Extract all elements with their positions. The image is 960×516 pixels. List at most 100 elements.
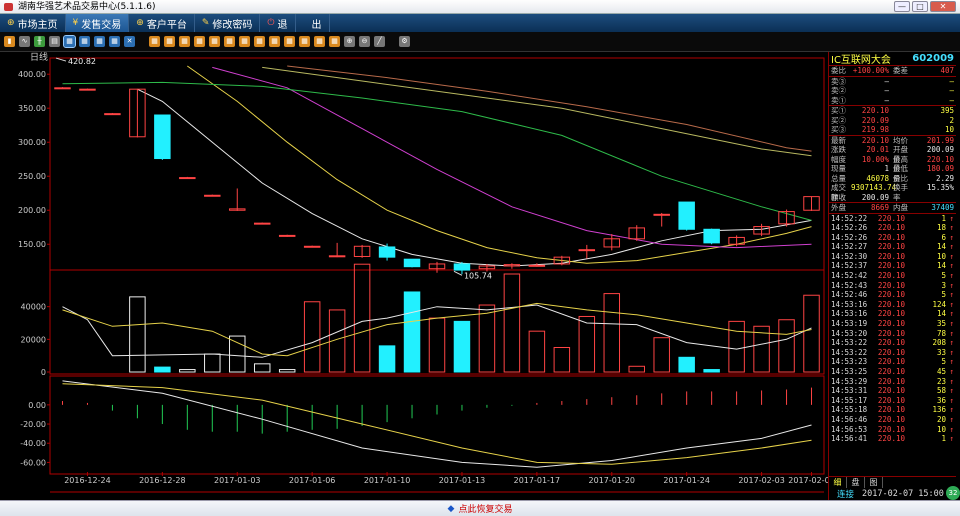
tool-7-icon[interactable]: ▦	[239, 36, 250, 47]
main-nav: ⊕ 市场主页 ¥ 发售交易 ⊕ 客户平台 ✎ 修改密码 ⏻ 退 出	[0, 14, 960, 32]
tool-5-icon[interactable]: ▦	[209, 36, 220, 47]
tool-13-icon[interactable]: ▦	[329, 36, 340, 47]
zoom-out-icon[interactable]: ⊖	[359, 36, 370, 47]
volume-bar	[253, 363, 271, 373]
kline-chart[interactable]: 400.00 350.00 300.00 250.00 200.00 150.00 4000…	[0, 52, 828, 500]
draw-line-icon[interactable]: ╱	[374, 36, 385, 47]
weekly-view-icon[interactable]: ▦	[79, 36, 90, 47]
monthly-view-icon[interactable]: ▦	[94, 36, 105, 47]
tool-8-icon[interactable]: ▦	[254, 36, 265, 47]
tool-2-icon[interactable]: ▦	[164, 36, 175, 47]
tab-chart[interactable]: 图	[865, 477, 883, 488]
volume-bar	[678, 356, 695, 373]
quote-info-row: 昨收 200.09	[831, 192, 889, 202]
candle-body	[154, 114, 171, 160]
tool-9-icon[interactable]: ▦	[269, 36, 280, 47]
macd-dea-line	[62, 383, 812, 465]
nav-exit[interactable]: 出	[296, 14, 330, 32]
restore-trading-bar[interactable]: ◆ 点此恢复交易	[0, 500, 960, 516]
quote-panel: IC互联网大会 602009 委比 +100.00% 委差 407 卖③ — — 卖…	[828, 52, 956, 500]
volume-bar	[803, 294, 820, 373]
maximize-button[interactable]: □	[912, 1, 928, 12]
window-titlebar: 湖南华强艺术品交易中心(5.1.1.6) — □ ✕	[0, 0, 960, 14]
tick-row: 14:52:42 220.10 5 ↑	[831, 271, 954, 281]
candle-body	[54, 87, 71, 90]
candle-body	[678, 201, 695, 230]
line-chart-icon[interactable]: ∿	[19, 36, 30, 47]
bar-chart-icon[interactable]: ▮	[4, 36, 15, 47]
tool-3-icon[interactable]: ▦	[179, 36, 190, 47]
up-arrow-icon: ↑	[949, 271, 954, 281]
settings-gear-icon[interactable]: ⚙	[399, 36, 410, 47]
tool-12-icon[interactable]: ▦	[314, 36, 325, 47]
tool-6-icon[interactable]: ▦	[224, 36, 235, 47]
floating-badge[interactable]: 32	[946, 486, 960, 500]
volume-bar	[278, 369, 296, 373]
nav-client-platform[interactable]: ⊕ 客户平台	[129, 14, 195, 32]
up-arrow-icon: ↑	[949, 434, 954, 444]
price-tick-label: 250.00	[18, 172, 46, 181]
restore-trading-link[interactable]: 点此恢复交易	[458, 502, 512, 515]
tab-detail[interactable]: 细	[829, 477, 847, 488]
close-button[interactable]: ✕	[930, 1, 956, 12]
volume-bar	[503, 273, 521, 373]
volume-bar	[778, 319, 795, 373]
nav-logout[interactable]: ⏻ 退	[260, 14, 296, 32]
tool-10-icon[interactable]: ▦	[284, 36, 295, 47]
tick-row: 14:52:26 220.10 18 ↑	[831, 223, 954, 233]
x-tick-label: 2016-12-24	[64, 476, 111, 485]
tick-row: 14:53:16 220.10 124 ↑	[831, 299, 954, 309]
candle-chart-icon[interactable]: ╫	[34, 36, 45, 47]
volume-bar	[478, 304, 496, 373]
stock-code: 602009	[912, 53, 954, 64]
ask-row[interactable]: 卖② — —	[829, 86, 956, 96]
macd-tick-label: -60.00	[20, 458, 46, 467]
quote-info-row: 总量 46078 量比 2.29	[831, 173, 954, 183]
chart-period-label: 日线	[30, 52, 48, 63]
bid-row[interactable]: 买① 220.10 395	[829, 106, 956, 116]
x-tick-label: 2016-12-28	[139, 476, 186, 485]
x-tick-label: 2017-01-10	[364, 476, 411, 485]
diamond-icon: ◆	[447, 503, 455, 514]
tool-1-icon[interactable]: ▦	[149, 36, 160, 47]
ask-row[interactable]: 卖① — —	[829, 96, 956, 106]
volume-bar	[528, 330, 546, 373]
minimize-button[interactable]: —	[894, 1, 910, 12]
period-icon[interactable]: ▤	[49, 36, 60, 47]
ma-line	[262, 66, 812, 157]
up-arrow-icon: ↑	[949, 232, 954, 242]
yen-icon: ¥	[72, 18, 79, 28]
bid-row[interactable]: 买③ 219.98 10	[829, 125, 956, 135]
tick-row: 14:53:29 220.10 23 ↑	[831, 376, 954, 386]
window-title: 湖南华强艺术品交易中心(5.1.1.6)	[18, 2, 156, 12]
volume-tick-label: 20000	[21, 335, 46, 344]
tick-row: 14:55:18 220.10 136 ↑	[831, 405, 954, 415]
x-tick-label: 2017-01-24	[663, 476, 710, 485]
indicator-icon[interactable]: ▦	[109, 36, 120, 47]
pencil-icon: ✎	[201, 18, 210, 28]
candle-body	[578, 249, 596, 252]
formula-icon[interactable]: ✕	[124, 36, 135, 47]
bid-row[interactable]: 买② 220.09 2	[829, 116, 956, 126]
tool-11-icon[interactable]: ▦	[299, 36, 310, 47]
quote-info-row: 幅度 10.00% 最高价 220.10	[831, 154, 954, 174]
ask-row[interactable]: 卖③ — —	[829, 77, 956, 87]
tick-row: 14:52:30 220.10 10 ↑	[831, 251, 954, 261]
nav-change-password[interactable]: ✎ 修改密码	[195, 14, 261, 32]
nav-sale-trading[interactable]: ¥ 发售交易	[65, 14, 130, 32]
tab-orderbook[interactable]: 盘	[847, 477, 865, 488]
tick-row: 14:53:25 220.10 45 ↑	[831, 367, 954, 376]
nav-market-home[interactable]: ⊕ 市场主页	[0, 14, 66, 32]
candle-body	[378, 246, 396, 258]
tick-list[interactable]: 14:52:22 220.10 1 ↑ 14:52:26 220.10 18 ↑ 14:52:2…	[829, 214, 956, 444]
tick-row: 14:56:53 220.10 10 ↑	[831, 424, 954, 434]
tick-row: 14:56:41 220.10 1 ↑	[831, 434, 954, 444]
daily-view-icon[interactable]: ▦	[63, 35, 76, 48]
up-arrow-icon: ↑	[949, 328, 954, 338]
tool-4-icon[interactable]: ▦	[194, 36, 205, 47]
low-annotation-pointer	[453, 270, 463, 276]
weibi-row: 委比 +100.00% 委差 407	[831, 66, 954, 75]
candle-body	[703, 228, 720, 244]
volume-bar	[129, 296, 146, 373]
zoom-in-icon[interactable]: ⊕	[344, 36, 355, 47]
